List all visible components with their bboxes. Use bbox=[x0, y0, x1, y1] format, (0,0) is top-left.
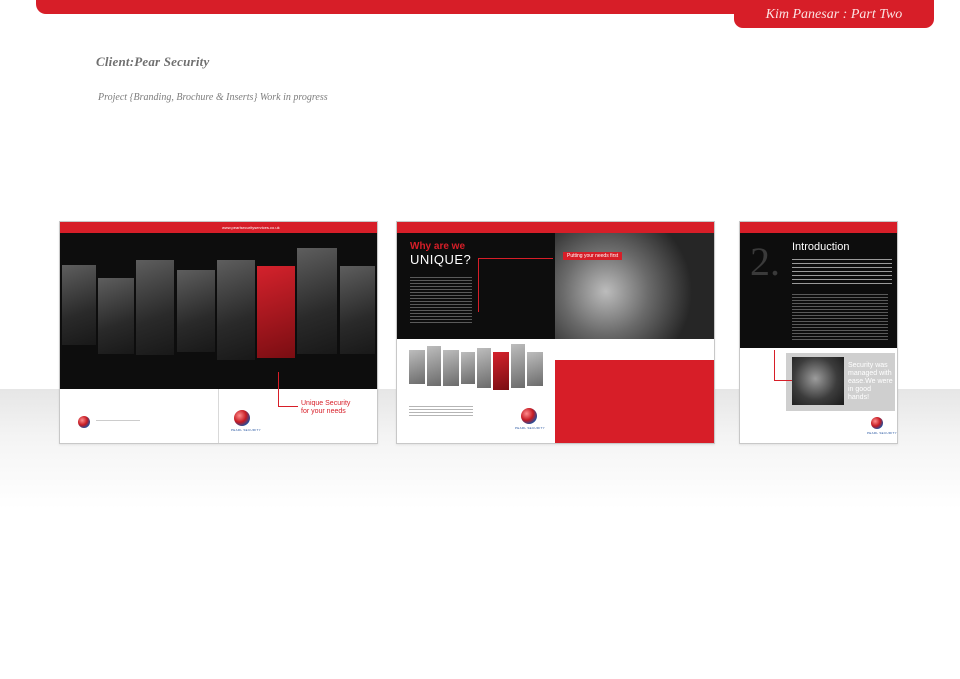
header-title-tab: Kim Panesar : Part Two bbox=[734, 0, 934, 28]
spread1-logo-right bbox=[234, 410, 250, 426]
spread1-contact-text bbox=[96, 420, 140, 431]
spread1-accent-line-v bbox=[278, 372, 279, 406]
spread1-url: www.pearlsecurityservices.co.uk bbox=[222, 225, 280, 230]
spread1-photo-6 bbox=[297, 248, 337, 354]
spread1-tagline-line2: for your needs bbox=[301, 408, 346, 415]
spread3-top-strip bbox=[740, 222, 897, 233]
spread2-heading: Why are we UNIQUE? bbox=[410, 241, 471, 267]
spread3-logo bbox=[871, 417, 883, 429]
spread1-photo-2 bbox=[98, 278, 134, 354]
spread3-logo-text: PEARL SECURITY bbox=[867, 431, 897, 435]
spread3-body-text bbox=[792, 292, 888, 342]
spread2-footer-text bbox=[409, 404, 473, 416]
client-title: Client:Pear Security bbox=[96, 54, 210, 69]
spread2-heading-line2: UNIQUE? bbox=[410, 252, 472, 267]
spread1-logo-text: PEARL SECURITY bbox=[231, 428, 261, 432]
brochure-spread-2[interactable]: Why are we UNIQUE? Putting your needs fi… bbox=[396, 221, 715, 444]
brochure-spread-1[interactable]: www.pearlsecurityservices.co.uk Unique S… bbox=[59, 221, 378, 444]
spread2-collage-3 bbox=[443, 350, 459, 386]
spread2-logo bbox=[521, 408, 537, 424]
spread3-title: Introduction bbox=[792, 241, 850, 253]
project-subtitle: Project {Branding, Brochure & Inserts} W… bbox=[98, 92, 328, 103]
header-title: Kim Panesar : Part Two bbox=[765, 7, 903, 22]
spread1-tagline-line1: Unique Security bbox=[301, 400, 351, 407]
spread2-collage-2 bbox=[427, 346, 441, 386]
spread1-photo-cctv bbox=[340, 266, 375, 354]
spread2-collage-6 bbox=[511, 344, 525, 388]
spread2-collage-4 bbox=[461, 352, 475, 384]
spread2-heading-line1: Why are we bbox=[410, 241, 466, 252]
spread3-intro-text bbox=[792, 256, 892, 284]
spread1-logo-left bbox=[78, 416, 90, 428]
spread3-quote: Security was managed with ease.We were i… bbox=[848, 362, 893, 401]
spread1-accent-line-h bbox=[278, 406, 298, 407]
spread1-tagline: Unique Security for your needs bbox=[301, 400, 350, 416]
spread2-body-text bbox=[410, 275, 472, 323]
spread1-photo-red-hand bbox=[257, 266, 295, 358]
spread2-logo-text: PEARL SECURITY bbox=[515, 426, 545, 430]
spread3-portrait bbox=[792, 357, 844, 405]
spread2-red-panel bbox=[555, 360, 714, 443]
spread2-collage-7 bbox=[527, 352, 543, 386]
spread1-photo-1 bbox=[62, 265, 96, 345]
spread2-callout: Putting your needs first bbox=[563, 252, 623, 260]
spread1-photo-3 bbox=[136, 260, 174, 355]
spread2-accent-line-h bbox=[478, 258, 553, 259]
spread1-photo-4 bbox=[177, 270, 215, 352]
spread1-photo-5 bbox=[217, 260, 255, 360]
spread3-accent-line-v bbox=[774, 350, 775, 380]
spread2-callout-text: Putting your needs first bbox=[567, 253, 619, 259]
spread1-top-strip: www.pearlsecurityservices.co.uk bbox=[60, 222, 377, 233]
spread2-top-strip bbox=[397, 222, 714, 233]
spread1-fold bbox=[218, 389, 219, 443]
brochure-spread-3[interactable]: 2. Introduction Security was managed wit… bbox=[739, 221, 898, 444]
spread2-hand-photo bbox=[555, 233, 714, 339]
spread2-collage-5 bbox=[477, 348, 491, 388]
spread2-collage-red bbox=[493, 352, 509, 390]
spread3-accent-line-h bbox=[774, 380, 792, 381]
spread3-number: 2. bbox=[750, 239, 780, 284]
spread2-accent-line-v bbox=[478, 258, 479, 312]
spread2-collage-1 bbox=[409, 350, 425, 384]
